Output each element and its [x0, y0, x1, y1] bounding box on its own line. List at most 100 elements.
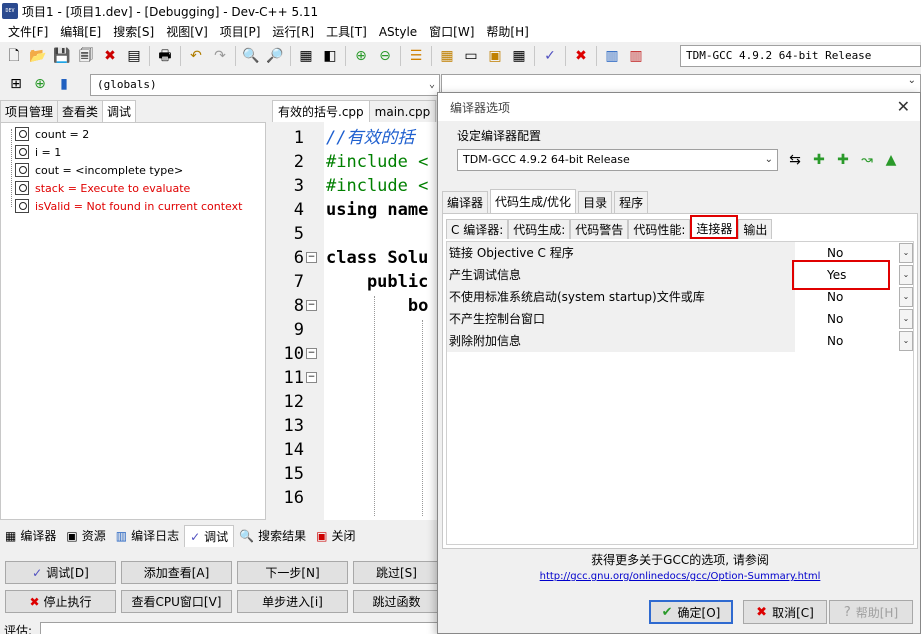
next-step-button[interactable]: 下一步[N] — [237, 561, 348, 584]
tab-compiler-settings[interactable]: 编译器 — [442, 191, 489, 213]
skip-button[interactable]: 跳过[S] — [353, 561, 440, 584]
fold-toggle-icon[interactable]: − — [306, 348, 317, 359]
add-to-project-icon[interactable]: ⊕ — [350, 45, 372, 67]
help-button[interactable]: ? 帮助[H] — [829, 600, 913, 624]
watch-icon — [15, 199, 29, 213]
tab-directories[interactable]: 目录 — [578, 191, 613, 213]
menu-astyle[interactable]: AStyle — [373, 22, 423, 42]
debug-button[interactable]: ✓ 调试[D] — [5, 561, 116, 584]
chevron-down-icon[interactable]: ⌄ — [899, 287, 913, 307]
option-value[interactable]: No — [797, 308, 897, 330]
delete-config-icon[interactable]: ▲ — [880, 149, 902, 171]
menu-file[interactable]: 文件[F] — [2, 22, 54, 42]
save-all-icon[interactable]: 🗐 — [75, 45, 97, 67]
check-syntax-icon[interactable]: ✓ — [539, 45, 561, 67]
toggle-bookmark-icon[interactable]: ⊕ — [29, 73, 51, 95]
menu-window[interactable]: 窗口[W] — [423, 22, 480, 42]
rename-config-icon[interactable]: ⇆ — [784, 149, 806, 171]
tab-file-brackets[interactable]: 有效的括号.cpp — [272, 100, 370, 122]
close-icon[interactable]: ✕ — [897, 97, 910, 116]
tab-debug[interactable]: 调试 — [102, 100, 137, 122]
remove-from-project-icon[interactable]: ⊖ — [374, 45, 396, 67]
open-file-icon[interactable]: 📂 — [27, 45, 49, 67]
new-project-icon[interactable]: ▦ — [295, 45, 317, 67]
tab-classes[interactable]: 查看类 — [57, 100, 104, 122]
chevron-down-icon[interactable]: ⌄ — [899, 331, 913, 351]
new-file-icon[interactable]: 🗋 — [3, 45, 25, 67]
add-watch-button[interactable]: 添加查看[A] — [121, 561, 232, 584]
tab-compiler[interactable]: ▦ 编译器 — [0, 525, 61, 547]
stop-execution-button[interactable]: ✖ 停止执行 — [5, 590, 116, 613]
subtab-profiling[interactable]: 代码性能: — [628, 219, 691, 239]
compiler-config-select[interactable]: TDM-GCC 4.9.2 64-bit Release ⌄ — [457, 149, 778, 171]
step-into-button[interactable]: 单步进入[i] — [237, 590, 348, 613]
code-line: class Solu — [326, 248, 429, 268]
menu-project[interactable]: 项目[P] — [214, 22, 267, 42]
ok-button[interactable]: ✔ 确定[O] — [649, 600, 733, 624]
tab-compile-log[interactable]: ▥ 编译日志 — [111, 525, 184, 547]
chevron-down-icon[interactable]: ⌄ — [899, 309, 913, 329]
compile-run-icon[interactable]: ▣ — [484, 45, 506, 67]
scope-select[interactable]: (globals) ⌄ — [90, 74, 440, 96]
code-editor[interactable]: //有效的括 #include < #include < using name … — [324, 122, 440, 520]
goto-bookmark-icon[interactable]: ▮ — [53, 73, 75, 95]
cpu-window-button[interactable]: 查看CPU窗口[V] — [121, 590, 232, 613]
menu-search[interactable]: 搜索[S] — [107, 22, 160, 42]
compiler-select[interactable]: TDM-GCC 4.9.2 64-bit Release — [680, 45, 921, 67]
watch-item[interactable]: stack = Execute to evaluate — [15, 179, 190, 197]
close-file-icon[interactable]: ✖ — [99, 45, 121, 67]
subtab-c-compiler[interactable]: C 编译器: — [446, 219, 509, 239]
insert-icon[interactable]: ⊞ — [5, 73, 27, 95]
tab-close[interactable]: ▣ 关闭 — [311, 525, 360, 547]
watch-item[interactable]: i = 1 — [15, 143, 61, 161]
close-all-icon[interactable]: ▤ — [123, 45, 145, 67]
menu-edit[interactable]: 编辑[E] — [54, 22, 107, 42]
tab-resources[interactable]: ▣ 资源 — [61, 525, 110, 547]
goto-icon[interactable]: ☰ — [405, 45, 427, 67]
watch-item[interactable]: count = 2 — [15, 125, 89, 143]
subtab-linker[interactable]: 连接器 — [690, 215, 739, 239]
fold-toggle-icon[interactable]: − — [306, 372, 317, 383]
replace-icon[interactable]: 🔎 — [264, 45, 286, 67]
tab-codegen[interactable]: 代码生成/优化 — [490, 189, 577, 213]
subtab-output[interactable]: 输出 — [738, 219, 773, 239]
option-label: 不使用标准系统启动(system startup)文件或库 — [447, 286, 795, 308]
redo-icon[interactable]: ↷ — [209, 45, 231, 67]
fold-toggle-icon[interactable]: − — [306, 252, 317, 263]
tab-programs[interactable]: 程序 — [614, 191, 649, 213]
profile-icon[interactable]: ▥ — [625, 45, 647, 67]
rebuild-icon[interactable]: ▦ — [508, 45, 530, 67]
rename-arrow-icon[interactable]: ↝ — [856, 149, 878, 171]
watch-item[interactable]: isValid = Not found in current context — [15, 197, 242, 215]
evaluate-input[interactable] — [40, 622, 440, 634]
print-icon[interactable]: 🖶 — [154, 45, 176, 67]
tab-search-results[interactable]: 🔍 搜索结果 — [234, 525, 311, 547]
undo-icon[interactable]: ↶ — [185, 45, 207, 67]
menu-view[interactable]: 视图[V] — [160, 22, 214, 42]
skip-function-button[interactable]: 跳过函数 — [353, 590, 440, 613]
subtab-warnings[interactable]: 代码警告 — [570, 219, 629, 239]
tab-file-main[interactable]: main.cpp — [368, 100, 437, 122]
watch-item[interactable]: cout = <incomplete type> — [15, 161, 183, 179]
menu-help[interactable]: 帮助[H] — [480, 22, 534, 42]
chart-icon[interactable]: ▥ — [601, 45, 623, 67]
subtab-codegen[interactable]: 代码生成: — [508, 219, 571, 239]
find-icon[interactable]: 🔍 — [240, 45, 262, 67]
cancel-button[interactable]: ✖ 取消[C] — [743, 600, 827, 624]
fold-toggle-icon[interactable]: − — [306, 300, 317, 311]
add-config-icon[interactable]: ✚ — [808, 149, 830, 171]
run-icon[interactable]: ▭ — [460, 45, 482, 67]
chevron-down-icon[interactable]: ⌄ — [899, 265, 913, 285]
compile-icon[interactable]: ▦ — [436, 45, 458, 67]
menu-run[interactable]: 运行[R] — [266, 22, 320, 42]
copy-config-icon[interactable]: ✚ — [832, 149, 854, 171]
stop-execution-icon[interactable]: ✖ — [570, 45, 592, 67]
tab-project[interactable]: 项目管理 — [0, 100, 59, 122]
tab-debug-bottom[interactable]: ✓ 调试 — [184, 525, 235, 547]
gcc-options-link[interactable]: http://gcc.gnu.org/onlinedocs/gcc/Option… — [438, 571, 921, 582]
save-icon[interactable]: 💾 — [51, 45, 73, 67]
layout-icon[interactable]: ◧ — [319, 45, 341, 67]
option-value[interactable]: No — [797, 330, 897, 352]
chevron-down-icon[interactable]: ⌄ — [899, 243, 913, 263]
menu-tools[interactable]: 工具[T] — [320, 22, 373, 42]
